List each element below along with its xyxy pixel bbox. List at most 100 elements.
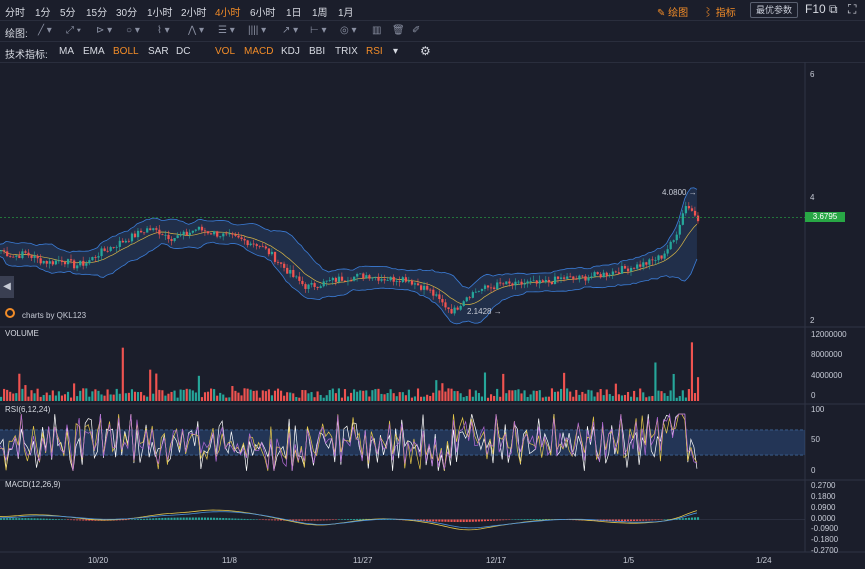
candle-body bbox=[511, 283, 514, 286]
macd-histogram-bar bbox=[276, 519, 280, 521]
volume-bar bbox=[416, 388, 420, 401]
shape-tool-icon[interactable]: ◎ ▾ bbox=[340, 25, 357, 36]
candle-body bbox=[614, 271, 618, 273]
timeframe-4h[interactable]: 4小时 bbox=[215, 4, 241, 19]
macd-histogram-bar bbox=[12, 518, 15, 520]
candle-body bbox=[569, 276, 572, 278]
volume-bar bbox=[499, 396, 502, 401]
indicator-rsi[interactable]: RSI bbox=[366, 46, 383, 57]
volume-bar bbox=[124, 393, 127, 401]
volume-bar bbox=[690, 342, 694, 401]
macd-histogram-bar bbox=[468, 519, 471, 522]
f10-button[interactable]: F10 bbox=[805, 2, 826, 16]
price-axis-label: 6 bbox=[810, 70, 815, 79]
eraser-icon[interactable]: ✐ bbox=[412, 25, 420, 36]
timeframe-1min[interactable]: 1分 bbox=[35, 4, 51, 19]
indicator-ma[interactable]: MA bbox=[59, 46, 74, 57]
candle-body bbox=[447, 307, 450, 310]
polyline-tool-icon[interactable]: ⊳ ▾ bbox=[96, 25, 112, 36]
draw-button[interactable]: ✎ 绘图 bbox=[657, 4, 688, 19]
indicator-trix[interactable]: TRIX bbox=[335, 46, 358, 57]
indicator-boll[interactable]: BOLL bbox=[113, 46, 139, 57]
candle-body bbox=[672, 240, 675, 242]
chart-canvas[interactable] bbox=[0, 62, 865, 569]
macd-histogram-bar bbox=[155, 518, 158, 520]
channel-tool-icon[interactable]: |||| ▾ bbox=[248, 25, 266, 36]
timeframe-15min[interactable]: 15分 bbox=[86, 4, 107, 19]
macd-histogram-bar bbox=[514, 519, 517, 520]
volume-bar bbox=[216, 395, 219, 401]
candle-body bbox=[486, 285, 490, 288]
circle-tool-icon[interactable]: ○ ▾ bbox=[126, 25, 140, 36]
candle-body bbox=[575, 278, 578, 280]
volume-bar bbox=[614, 383, 617, 401]
volume-bar bbox=[222, 394, 225, 401]
macd-histogram-bar bbox=[325, 519, 328, 521]
volume-bar bbox=[687, 389, 690, 401]
candle-body bbox=[337, 276, 341, 282]
trash-icon[interactable]: 🗑 bbox=[392, 25, 405, 36]
timeframe-1d[interactable]: 1日 bbox=[286, 4, 302, 19]
macd-histogram-bar bbox=[70, 519, 73, 521]
candle-body bbox=[365, 275, 368, 279]
timeframe-1m[interactable]: 1月 bbox=[338, 4, 354, 19]
fullscreen-icon[interactable]: ⛶ bbox=[848, 2, 856, 17]
volume-bar bbox=[444, 391, 447, 401]
indicator-kdj[interactable]: KDJ bbox=[281, 46, 300, 57]
macd-histogram-bar bbox=[654, 519, 657, 521]
ray-tool-icon[interactable]: ⤢ ▾ bbox=[66, 25, 81, 36]
optimize-params-button[interactable]: 最优参数 bbox=[750, 2, 798, 18]
timeframe-fenshi[interactable]: 分时 bbox=[5, 4, 25, 19]
indicator-ema[interactable]: EMA bbox=[83, 46, 105, 57]
macd-histogram-bar bbox=[438, 519, 441, 522]
collapse-left-icon[interactable]: ◀ bbox=[0, 276, 14, 298]
fib-tool-icon[interactable]: ☰ ▾ bbox=[218, 25, 235, 36]
arrow-tool-icon[interactable]: ↗ ▾ bbox=[282, 25, 298, 36]
indicator-macd[interactable]: MACD bbox=[244, 46, 273, 57]
wave-tool-icon[interactable]: ⌇ ▾ bbox=[157, 25, 170, 36]
timeframe-1h[interactable]: 1小时 bbox=[147, 4, 173, 19]
volume-bar bbox=[651, 395, 654, 401]
price-axis-label: 2 bbox=[810, 316, 815, 325]
indicator-dc[interactable]: DC bbox=[176, 46, 190, 57]
candle-body bbox=[413, 283, 417, 285]
indicator-sar[interactable]: SAR bbox=[148, 46, 169, 57]
candle-body bbox=[191, 230, 194, 233]
volume-bar bbox=[645, 397, 648, 401]
timeframe-6h[interactable]: 6小时 bbox=[250, 4, 276, 19]
volume-bar bbox=[301, 389, 304, 401]
indicator-vol[interactable]: VOL bbox=[215, 46, 235, 57]
gear-icon[interactable]: ⚙ bbox=[420, 44, 431, 58]
macd-histogram-bar bbox=[441, 519, 444, 522]
volume-bar bbox=[471, 396, 474, 401]
macd-histogram-bar bbox=[124, 519, 127, 521]
timeframe-1w[interactable]: 1周 bbox=[312, 4, 328, 19]
indicator-bbi[interactable]: BBI bbox=[309, 46, 325, 57]
volume-bar bbox=[0, 396, 3, 401]
measure-tool-icon[interactable]: ⊢ ▾ bbox=[310, 25, 327, 36]
macd-histogram-bar bbox=[340, 519, 344, 520]
pattern-tool-icon[interactable]: ⋀ ▾ bbox=[188, 25, 204, 36]
candle-body bbox=[295, 276, 298, 278]
volume-bar bbox=[100, 394, 103, 401]
timeframe-5min[interactable]: 5分 bbox=[60, 4, 76, 19]
indicator-button[interactable]: ⌇ 指标 bbox=[703, 4, 736, 19]
candle-body bbox=[203, 230, 207, 232]
volume-bar bbox=[3, 388, 6, 401]
candle-body bbox=[523, 283, 526, 285]
candle-body bbox=[547, 279, 551, 283]
line-tool-icon[interactable]: ╱ ▾ bbox=[38, 25, 52, 36]
volume-bar bbox=[310, 392, 313, 401]
volume-bar bbox=[109, 394, 112, 401]
timeframe-30min[interactable]: 30分 bbox=[116, 4, 137, 19]
macd-histogram-bar bbox=[60, 519, 64, 520]
bar-chart-icon[interactable]: ▥ bbox=[372, 25, 381, 36]
candle-body bbox=[149, 228, 152, 231]
macd-histogram-bar bbox=[267, 519, 270, 521]
screenshot-icon[interactable]: ⧉ bbox=[829, 2, 838, 17]
volume-bar bbox=[325, 395, 328, 401]
macd-histogram-bar bbox=[687, 517, 690, 520]
timeframe-2h[interactable]: 2小时 bbox=[181, 4, 207, 19]
candle-body bbox=[140, 230, 143, 233]
indicator-more-dropdown[interactable]: ▾ bbox=[393, 46, 398, 57]
